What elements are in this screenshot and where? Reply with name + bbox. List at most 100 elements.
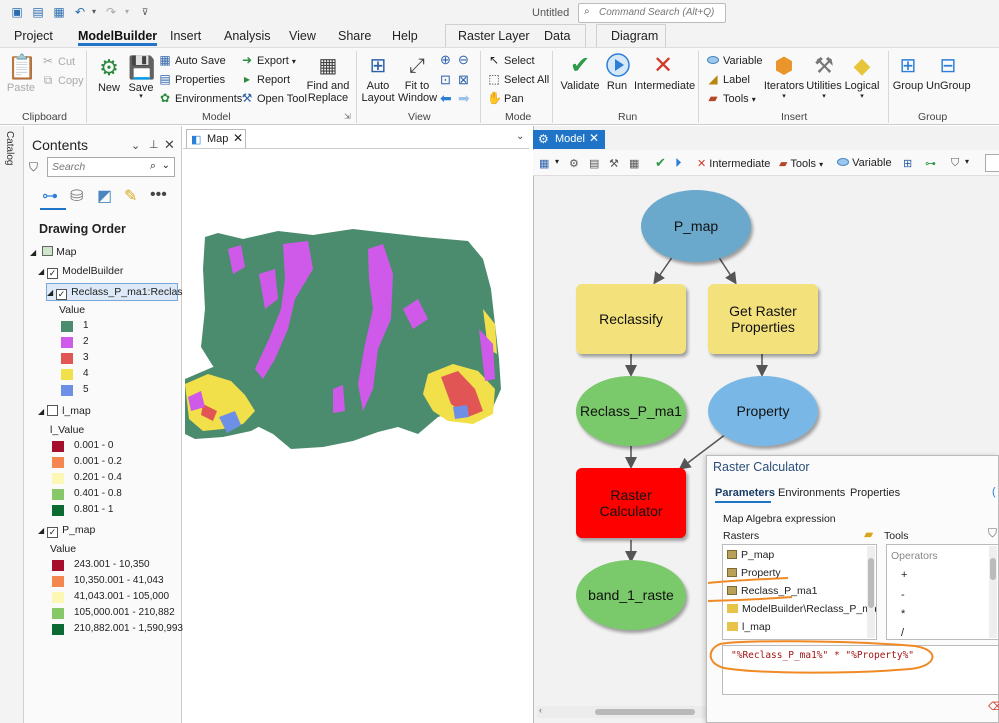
- new-model-button[interactable]: ⚙ New: [94, 54, 124, 94]
- list-by-selection-icon[interactable]: ◩: [97, 186, 112, 206]
- copy-button[interactable]: ⧉ Copy: [41, 73, 84, 88]
- tools-toolbar-button[interactable]: ▰ Tools ▾: [779, 157, 823, 170]
- dialog-launcher-icon[interactable]: ⇲: [344, 112, 351, 121]
- save-model-button[interactable]: 💾 Save ▾: [128, 54, 155, 100]
- filter-icon[interactable]: ⛉: [988, 526, 997, 541]
- legend-swatch[interactable]: [52, 592, 64, 603]
- variable-toolbar-button[interactable]: Variable: [837, 157, 892, 169]
- back-arrow-icon[interactable]: ⬅: [440, 90, 452, 107]
- close-icon[interactable]: ✕: [233, 131, 243, 145]
- utilities-button[interactable]: ⚒ Utilities ▾: [806, 52, 842, 100]
- legend-swatch[interactable]: [61, 369, 73, 380]
- tool-icon[interactable]: ⚒: [609, 157, 619, 170]
- legend-swatch[interactable]: [52, 457, 64, 468]
- open-tool-button[interactable]: ⚒ Open Tool: [240, 91, 307, 105]
- tab-raster-layer[interactable]: Raster Layer: [458, 29, 530, 43]
- map-view[interactable]: [183, 148, 529, 723]
- visibility-checkbox[interactable]: [47, 405, 59, 416]
- undo-icon[interactable]: ↶: [73, 5, 87, 19]
- chevron-down-icon[interactable]: ▾: [555, 157, 559, 166]
- find-replace-icon[interactable]: ▦: [629, 157, 639, 170]
- select-button[interactable]: ↖ Select: [487, 53, 535, 67]
- horizontal-scrollbar[interactable]: ‹: [537, 705, 707, 718]
- close-icon[interactable]: ✕: [164, 137, 175, 153]
- properties-button[interactable]: ▤ Properties: [158, 72, 225, 86]
- group-button[interactable]: ⊞ Group: [892, 52, 924, 92]
- tab-parameters[interactable]: Parameters: [715, 487, 775, 499]
- redo-icon[interactable]: ↷: [104, 5, 118, 19]
- forward-arrow-icon[interactable]: ➡: [458, 90, 470, 107]
- legend-swatch[interactable]: [61, 321, 73, 332]
- open-icon[interactable]: ▤: [31, 5, 45, 19]
- label-button[interactable]: ◢ Label: [706, 72, 750, 86]
- zoom-full-icon[interactable]: ⊡: [440, 72, 451, 88]
- legend-swatch[interactable]: [52, 576, 64, 587]
- intermediate-button[interactable]: ✕ Intermediate: [634, 52, 695, 92]
- tab-modelbuilder[interactable]: ModelBuilder: [78, 29, 158, 46]
- customize-icon[interactable]: ⊽: [138, 5, 152, 19]
- vertical-scrollbar[interactable]: [989, 546, 997, 638]
- checkmark-icon[interactable]: ✔: [655, 155, 666, 171]
- tools-button[interactable]: ▰ Tools ▾: [706, 91, 755, 105]
- tab-insert[interactable]: Insert: [170, 29, 201, 43]
- tab-share[interactable]: Share: [338, 29, 371, 43]
- export-button[interactable]: ➜ Export ▾: [240, 53, 296, 67]
- pan-button[interactable]: ✋ Pan: [487, 91, 524, 105]
- intermediate-toolbar-button[interactable]: ✕ Intermediate: [697, 157, 770, 170]
- fit-to-window-button[interactable]: ⤢ Fit to Window: [398, 52, 437, 104]
- visibility-checkbox[interactable]: ✓: [56, 289, 68, 300]
- validate-button[interactable]: ✔ Validate: [558, 52, 602, 92]
- iterators-button[interactable]: ⬢ Iterators ▾: [763, 52, 805, 100]
- zoom-out-icon[interactable]: ⊖: [458, 52, 469, 68]
- legend-swatch[interactable]: [52, 560, 64, 571]
- tree-layer-l-map[interactable]: ◢ l_map: [38, 405, 91, 417]
- run-play-icon[interactable]: ⏵: [675, 155, 682, 171]
- tab-help[interactable]: Help: [392, 29, 418, 43]
- tab-view[interactable]: View: [289, 29, 316, 43]
- report-button[interactable]: ▸ Report: [240, 72, 290, 86]
- chevron-down-icon[interactable]: ⌄: [131, 139, 140, 152]
- tab-data[interactable]: Data: [544, 29, 570, 43]
- logical-button[interactable]: ◆ Logical ▾: [844, 52, 880, 100]
- raster-list-item[interactable]: P_map: [727, 549, 774, 561]
- chevron-down-icon[interactable]: ▾: [87, 5, 101, 19]
- filter-icon[interactable]: ⛉: [29, 160, 38, 175]
- select-all-button[interactable]: ⬚ Select All: [487, 72, 549, 86]
- chevron-down-icon[interactable]: ⌄: [516, 131, 524, 142]
- clear-expression-icon[interactable]: ⌫: [988, 700, 999, 713]
- filter-icon[interactable]: ⛉: [951, 157, 959, 170]
- close-icon[interactable]: ✕: [589, 131, 599, 145]
- visibility-checkbox[interactable]: ✓: [47, 527, 59, 538]
- paste-button[interactable]: 📋 Paste: [6, 54, 37, 94]
- environments-icon[interactable]: ⚙: [569, 157, 579, 170]
- model-search-input[interactable]: [985, 154, 999, 172]
- list-by-source-icon[interactable]: ⛁: [70, 186, 83, 206]
- tab-model[interactable]: ⚙ Model ✕: [533, 130, 605, 149]
- chevron-down-icon[interactable]: ▾: [965, 157, 969, 166]
- cut-button[interactable]: ✂ Cut: [41, 54, 75, 68]
- list-by-drawing-order-icon[interactable]: ⊶: [42, 186, 58, 206]
- variable-button[interactable]: Variable: [706, 53, 763, 67]
- tab-properties[interactable]: Properties: [850, 487, 900, 499]
- tree-layer-modelbuilder[interactable]: ◢ ✓ ModelBuilder: [38, 265, 123, 279]
- save-icon[interactable]: ▦: [52, 5, 66, 19]
- scroll-left-icon[interactable]: ‹: [539, 705, 542, 715]
- legend-swatch[interactable]: [52, 608, 64, 619]
- auto-layout-button[interactable]: ⊞ Auto Layout: [361, 52, 395, 104]
- properties-icon[interactable]: ▤: [589, 157, 599, 170]
- tree-layer-reclass[interactable]: ◢ ✓ Reclass_P_ma1:Reclas...: [46, 283, 191, 301]
- find-replace-button[interactable]: ▦ Find and Replace: [306, 52, 350, 104]
- save-icon[interactable]: ▦: [539, 157, 549, 170]
- diagram-icon[interactable]: ⊶: [925, 157, 936, 170]
- model-node-band-output[interactable]: band_1_raste: [576, 560, 686, 630]
- visibility-checkbox[interactable]: ✓: [47, 268, 59, 279]
- command-search[interactable]: ⌕ Command Search (Alt+Q): [578, 3, 726, 23]
- model-node-reclass-output[interactable]: Reclass_P_ma1: [576, 376, 686, 446]
- raster-map[interactable]: [183, 149, 529, 723]
- legend-swatch[interactable]: [61, 337, 73, 348]
- new-project-icon[interactable]: ▣: [10, 5, 24, 19]
- model-node-reclassify[interactable]: Reclassify: [576, 284, 686, 354]
- contents-search-input[interactable]: Search ⌕ ⌄: [47, 157, 175, 177]
- legend-swatch[interactable]: [52, 441, 64, 452]
- pin-icon[interactable]: ⊥: [149, 138, 159, 151]
